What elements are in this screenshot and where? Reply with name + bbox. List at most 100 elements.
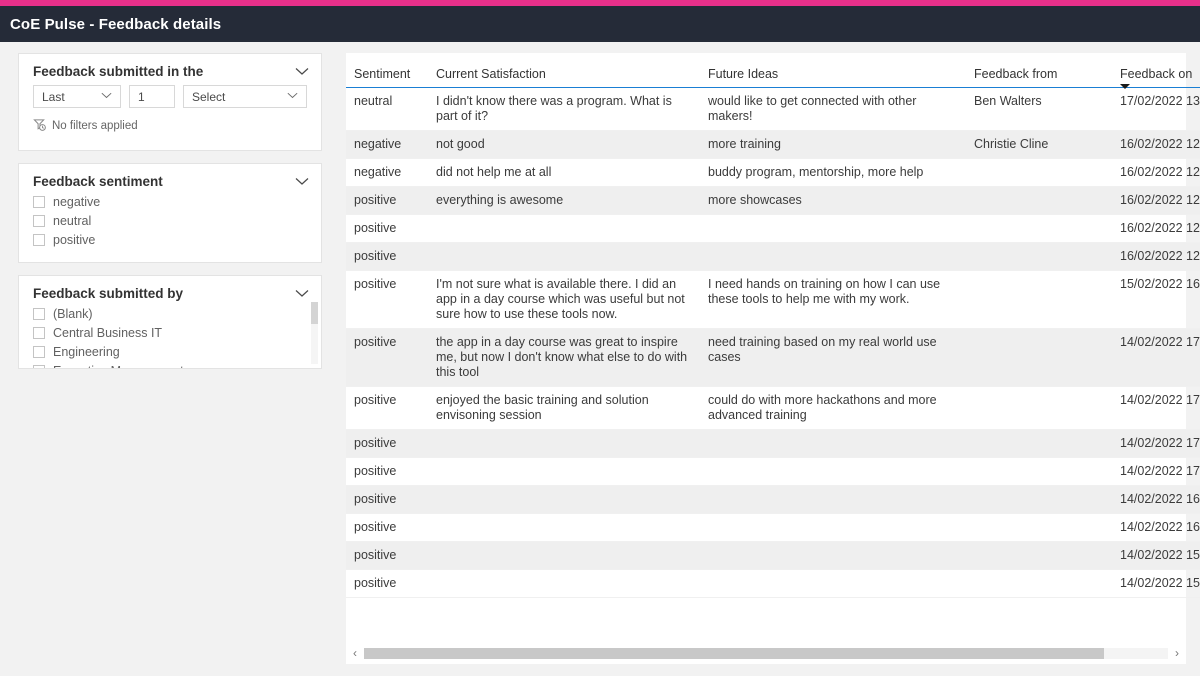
table-row[interactable]: positive enjoyed the basic training and s… — [346, 386, 1200, 430]
cell-feedback-on: 14/02/2022 16:27:13 — [1112, 485, 1200, 514]
cell-feedback-on: 15/02/2022 16:46:52 — [1112, 270, 1200, 329]
table-row[interactable]: positive 14/02/2022 15:45:44 — [346, 541, 1200, 570]
submitted-by-option-executive-management[interactable]: Executive Management — [33, 362, 321, 368]
cell-feedback-from — [966, 485, 1112, 514]
cell-sentiment: positive — [346, 270, 428, 329]
checkbox-icon[interactable] — [33, 346, 45, 358]
submitted-by-option-central-business-it[interactable]: Central Business IT — [33, 324, 321, 342]
scrollbar-thumb[interactable] — [364, 647, 1104, 659]
table-row[interactable]: negative did not help me at all buddy prog… — [346, 158, 1200, 187]
filter-clock-icon — [33, 118, 46, 134]
option-label: positive — [53, 233, 96, 247]
chevron-down-icon[interactable] — [295, 289, 309, 298]
cell-future-ideas: would like to get connected with other m… — [700, 87, 966, 131]
checkbox-icon[interactable] — [33, 196, 45, 208]
cell-sentiment: positive — [346, 485, 428, 514]
table-row[interactable]: positive the app in a day course was grea… — [346, 328, 1200, 387]
feedback-table: Sentiment Current Satisfaction Future Id… — [346, 53, 1200, 598]
cell-feedback-on: 14/02/2022 17:51:52 — [1112, 386, 1200, 430]
cell-sentiment: positive — [346, 457, 428, 486]
chevron-left-icon[interactable]: ‹ — [346, 647, 364, 659]
table-row[interactable]: positive 14/02/2022 17:46:47 — [346, 429, 1200, 458]
date-unit-dropdown[interactable]: Select — [183, 85, 307, 108]
cell-feedback-from — [966, 429, 1112, 458]
column-header-feedback-from[interactable]: Feedback from — [966, 53, 1112, 88]
sentiment-option-list: negative neutral positive — [19, 193, 321, 249]
checkbox-icon[interactable] — [33, 234, 45, 246]
chevron-down-icon[interactable] — [295, 67, 309, 76]
cell-current-satisfaction: everything is awesome — [428, 186, 700, 215]
column-header-feedback-on[interactable]: Feedback on — [1112, 53, 1200, 89]
table-horizontal-scrollbar[interactable]: ‹ › — [346, 642, 1186, 664]
chevron-down-icon[interactable] — [295, 177, 309, 186]
scrollbar-track[interactable] — [364, 647, 1168, 659]
table-row[interactable]: positive 16/02/2022 12:39:32 — [346, 214, 1200, 243]
cell-future-ideas — [700, 541, 966, 570]
filter-title-date: Feedback submitted in the — [33, 64, 204, 79]
submitted-by-scrollbar[interactable] — [311, 302, 318, 364]
chevron-down-icon — [101, 92, 115, 101]
cell-feedback-from — [966, 242, 1112, 271]
cell-sentiment: positive — [346, 214, 428, 243]
checkbox-icon[interactable] — [33, 327, 45, 339]
option-label: Executive Management — [53, 364, 184, 368]
table-row[interactable]: positive everything is awesome more showca… — [346, 186, 1200, 215]
option-label: Engineering — [53, 345, 120, 359]
cell-current-satisfaction: not good — [428, 130, 700, 159]
table-row[interactable]: positive 14/02/2022 15:41:42 — [346, 569, 1200, 598]
filter-header-date[interactable]: Feedback submitted in the — [19, 54, 321, 83]
sentiment-option-negative[interactable]: negative — [33, 193, 321, 211]
cell-feedback-from — [966, 186, 1112, 215]
cell-feedback-on: 17/02/2022 13:48:21 — [1112, 87, 1200, 131]
cell-current-satisfaction — [428, 242, 700, 271]
sentiment-option-neutral[interactable]: neutral — [33, 212, 321, 230]
column-header-sentiment[interactable]: Sentiment — [346, 53, 428, 88]
table-row[interactable]: positive 14/02/2022 16:25:08 — [346, 513, 1200, 542]
checkbox-icon[interactable] — [33, 215, 45, 227]
date-amount-input[interactable]: 1 — [129, 85, 175, 108]
cell-feedback-from — [966, 158, 1112, 187]
checkbox-icon[interactable] — [33, 308, 45, 320]
filter-title-sentiment: Feedback sentiment — [33, 174, 163, 189]
cell-future-ideas: more showcases — [700, 186, 966, 215]
sentiment-option-positive[interactable]: positive — [33, 231, 321, 249]
table-row[interactable]: positive I'm not sure what is available t… — [346, 270, 1200, 329]
cell-feedback-on: 16/02/2022 12:57:13 — [1112, 130, 1200, 159]
cell-feedback-from — [966, 270, 1112, 329]
column-header-future-ideas[interactable]: Future Ideas — [700, 53, 966, 88]
chevron-right-icon[interactable]: › — [1168, 647, 1186, 659]
option-label: Central Business IT — [53, 326, 163, 340]
table-row[interactable]: positive 14/02/2022 17:18:50 — [346, 457, 1200, 486]
filter-header-sentiment[interactable]: Feedback sentiment — [19, 164, 321, 193]
cell-current-satisfaction: I didn't know there was a program. What … — [428, 87, 700, 131]
cell-current-satisfaction: did not help me at all — [428, 158, 700, 187]
cell-sentiment: positive — [346, 429, 428, 458]
cell-sentiment: negative — [346, 158, 428, 187]
cell-sentiment: positive — [346, 513, 428, 542]
column-header-current-satisfaction[interactable]: Current Satisfaction — [428, 53, 700, 88]
filter-card-submitted-by: Feedback submitted by (Blank) Central Bu… — [18, 275, 322, 369]
date-relation-dropdown[interactable]: Last — [33, 85, 121, 108]
cell-feedback-from — [966, 386, 1112, 430]
table-row[interactable]: negative not good more training Christie Cl… — [346, 130, 1200, 159]
column-header-feedback-on-label: Feedback on — [1120, 67, 1193, 81]
cell-current-satisfaction — [428, 214, 700, 243]
cell-current-satisfaction: enjoyed the basic training and solution … — [428, 386, 700, 430]
cell-feedback-on: 14/02/2022 16:25:08 — [1112, 513, 1200, 542]
table-row[interactable]: positive 16/02/2022 12:39:23 — [346, 242, 1200, 271]
submitted-by-option-blank[interactable]: (Blank) — [33, 305, 321, 323]
cell-feedback-on: 14/02/2022 17:18:50 — [1112, 457, 1200, 486]
cell-sentiment: positive — [346, 328, 428, 387]
checkbox-icon[interactable] — [33, 365, 45, 368]
cell-feedback-on: 16/02/2022 12:39:32 — [1112, 214, 1200, 243]
filter-status: No filters applied — [19, 108, 321, 134]
cell-current-satisfaction: the app in a day course was great to ins… — [428, 328, 700, 387]
submitted-by-option-engineering[interactable]: Engineering — [33, 343, 321, 361]
app-title: CoE Pulse - Feedback details — [10, 15, 222, 33]
option-label: negative — [53, 195, 101, 209]
table-row[interactable]: positive 14/02/2022 16:27:13 — [346, 485, 1200, 514]
table-row[interactable]: neutral I didn't know there was a program… — [346, 87, 1200, 131]
cell-feedback-from — [966, 513, 1112, 542]
scrollbar-thumb[interactable] — [311, 302, 318, 324]
filter-header-submitted-by[interactable]: Feedback submitted by — [19, 276, 321, 305]
